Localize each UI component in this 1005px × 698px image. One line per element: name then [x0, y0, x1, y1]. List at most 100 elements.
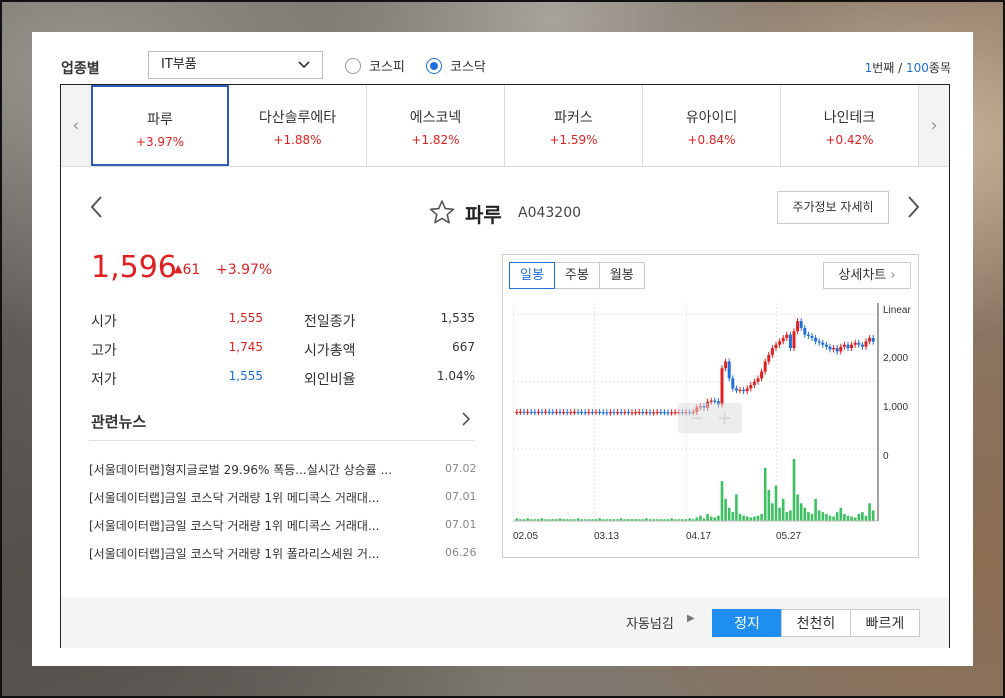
candle — [644, 412, 648, 414]
volume-bar — [853, 517, 857, 521]
candle — [767, 354, 771, 362]
prev-stock-button[interactable] — [89, 195, 103, 226]
detail-chart-button[interactable]: 상세차트 › — [823, 262, 911, 289]
news-item[interactable]: [서울데이터랩]금일 코스닥 거래량 1위 메디콕스 거래대... — [89, 489, 429, 506]
candle — [526, 411, 530, 414]
stat-label: 전일종가 — [304, 314, 356, 330]
volume-bar — [850, 516, 853, 521]
candle — [623, 412, 627, 414]
candle — [670, 412, 674, 414]
candle — [788, 334, 792, 349]
candle — [868, 337, 872, 342]
x-tick-label: 02.05 — [513, 531, 538, 542]
zoom-out-icon: − — [689, 408, 704, 429]
candle — [806, 334, 810, 336]
candle — [817, 341, 821, 343]
stock-tab-rate: +3.97% — [135, 135, 185, 149]
candle — [796, 321, 800, 332]
candle — [727, 361, 731, 379]
volume-bar — [832, 516, 835, 521]
volume-bar — [868, 503, 871, 521]
stock-tab[interactable]: 나인테크 +0.42% — [781, 85, 919, 166]
stock-tab-name: 유아이디 — [685, 110, 738, 126]
stock-tab[interactable]: 파루 +3.97% — [91, 85, 229, 166]
candle — [770, 348, 774, 355]
volume-bar — [724, 498, 727, 521]
news-heading[interactable]: 관련뉴스 — [91, 411, 146, 432]
scale-label: Linear — [883, 305, 911, 316]
stock-tab[interactable]: 파커스 +1.59% — [505, 85, 643, 166]
stock-tab[interactable]: 유아이디 +0.84% — [643, 85, 781, 166]
stock-tab-rate: +1.59% — [549, 133, 598, 147]
news-divider — [89, 440, 475, 441]
candle — [662, 412, 666, 414]
candle — [774, 344, 778, 349]
volume-bar — [814, 498, 817, 521]
next-stock-button[interactable] — [907, 195, 921, 226]
stock-tab[interactable]: 에스코넥 +1.82% — [367, 85, 505, 166]
volume-bar — [749, 517, 753, 521]
candle — [713, 400, 717, 402]
volume-bar — [742, 515, 745, 521]
stock-tab[interactable]: 다산솔루에타 +1.88% — [229, 85, 367, 166]
candle — [720, 368, 724, 405]
volume-bar — [803, 507, 807, 521]
chevron-right-icon: › — [930, 115, 938, 136]
volume-bar — [796, 494, 799, 521]
candle — [785, 334, 789, 338]
volume-bar — [727, 507, 731, 521]
candle — [576, 411, 580, 414]
news-item[interactable]: [서울데이터랩]형지글로벌 29.96% 폭등...실시간 상승률 ... — [89, 461, 429, 478]
auto-slow-button[interactable]: 천천히 — [781, 609, 851, 637]
auto-stop-button[interactable]: 정지 — [712, 609, 782, 637]
news-item[interactable]: [서울데이터랩]금일 코스닥 거래량 1위 메디콕스 거래대... — [89, 517, 429, 534]
news-more-button[interactable] — [461, 411, 471, 431]
radio-kosdaq[interactable]: 코스닥 — [426, 56, 486, 75]
volume-bar — [846, 515, 850, 521]
stat-value: 1,555 — [228, 311, 263, 325]
y-tick-label: 1,000 — [883, 402, 908, 413]
stock-main-box: ‹ 파루 +3.97% 다산솔루에타 +1.88% 에스코넥 +1.82% 파커… — [60, 84, 950, 648]
candle — [544, 411, 548, 413]
radio-kospi[interactable]: 코스피 — [345, 56, 405, 75]
candle — [637, 411, 641, 414]
stock-tab-rate: +0.84% — [687, 133, 736, 147]
volume-bar — [843, 513, 846, 521]
period-tab-weekly[interactable]: 주봉 — [553, 262, 600, 289]
volume-bar — [738, 513, 742, 521]
news-item[interactable]: [서울데이터랩]금일 코스닥 거래량 1위 폴라리스세원 거... — [89, 545, 429, 562]
candle — [760, 371, 764, 379]
candle — [648, 412, 652, 414]
volume-bar — [781, 498, 785, 521]
stat-value: 667 — [452, 340, 475, 354]
stat-value: 1.04% — [436, 369, 475, 383]
y-tick-label: 0 — [883, 451, 889, 462]
candle — [569, 412, 573, 414]
auto-fast-button[interactable]: 빠르게 — [850, 609, 920, 637]
candle — [655, 411, 659, 414]
candle — [612, 412, 616, 414]
volume-bar — [720, 481, 724, 521]
x-tick-label: 03.13 — [594, 531, 619, 542]
stock-detail-button[interactable]: 주가정보 자세히 — [777, 191, 889, 224]
detail-chart-label: 상세차트 — [838, 268, 887, 283]
candle — [540, 411, 544, 414]
candle — [533, 411, 537, 414]
stat-label: 외인비율 — [304, 372, 356, 388]
price-change-value: 61 — [182, 262, 201, 278]
candle — [641, 411, 645, 414]
stock-tab-rate: +1.88% — [273, 133, 322, 147]
volume-bar — [864, 515, 868, 521]
stat-label: 시가 — [91, 314, 117, 330]
candle — [857, 342, 861, 345]
radio-kosdaq-label: 코스닥 — [450, 60, 486, 75]
tabs-next-button[interactable]: › — [918, 85, 949, 166]
industry-select[interactable]: IT부품 — [148, 51, 323, 79]
volume-bar — [857, 513, 861, 521]
star-icon[interactable] — [429, 199, 455, 225]
tabs-prev-button[interactable]: ‹ — [61, 85, 92, 166]
stock-tab-name: 파커스 — [554, 110, 593, 126]
period-tab-monthly[interactable]: 월봉 — [598, 262, 645, 289]
period-tab-daily[interactable]: 일봉 — [509, 262, 555, 289]
auto-play-bar: 자동넘김 ▶ 정지 천천히 빠르게 — [61, 597, 949, 648]
